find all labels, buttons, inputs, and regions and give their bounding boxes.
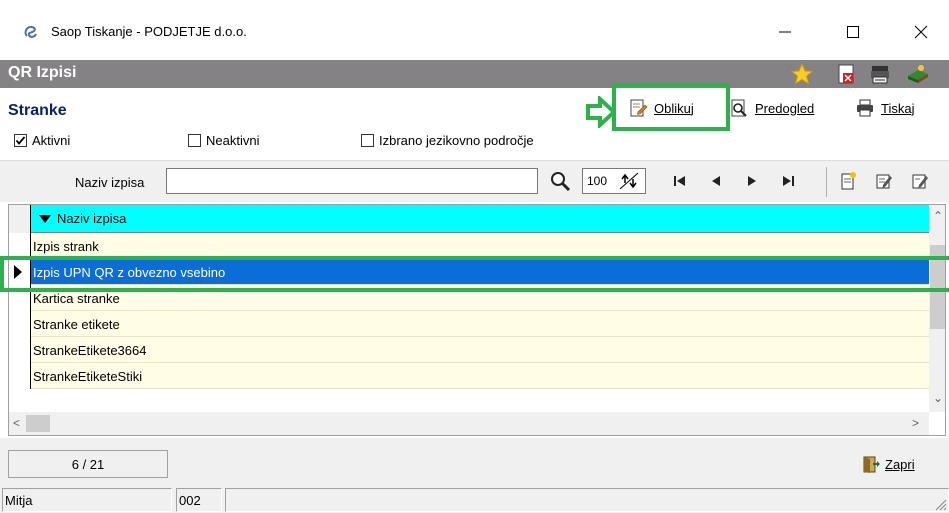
form-title: QR Izpisi xyxy=(8,64,77,81)
column-header-label: Naziv izpisa xyxy=(57,211,127,226)
grid-header: Naziv izpisa xyxy=(9,205,929,233)
izbrano-jezikovno-label: Izbrano jezikovno področje xyxy=(379,133,534,148)
preview-icon xyxy=(731,99,747,117)
status-bar: Mitja 002 xyxy=(0,486,949,513)
printer-icon xyxy=(857,99,873,117)
sort-descending-icon xyxy=(39,214,51,223)
next-record-icon[interactable] xyxy=(742,171,762,191)
form-header: QR Izpisi xyxy=(0,60,949,88)
minimize-button[interactable] xyxy=(762,14,808,50)
star-icon[interactable] xyxy=(790,62,814,86)
table-cell[interactable]: StrankeEtikete3664 xyxy=(31,337,929,363)
previous-record-icon[interactable] xyxy=(706,171,726,191)
scroll-down-icon[interactable]: ⌄ xyxy=(933,391,943,405)
first-record-icon[interactable] xyxy=(670,171,690,191)
search-label: Naziv izpisa xyxy=(75,175,145,190)
new-document-icon[interactable] xyxy=(838,171,858,191)
column-header-naziv-izpisa[interactable]: Naziv izpisa xyxy=(31,205,929,233)
oblikuj-highlight-box xyxy=(612,83,730,131)
edit-note-icon[interactable] xyxy=(910,171,930,191)
predogled-button[interactable]: Predogled xyxy=(729,95,814,121)
close-button[interactable] xyxy=(898,14,944,50)
maximize-button[interactable] xyxy=(830,14,876,50)
checkbox-box[interactable] xyxy=(14,134,27,147)
close-icon xyxy=(914,25,928,39)
neaktivni-label: Neaktivni xyxy=(206,133,260,148)
selected-row-highlight-box xyxy=(0,256,949,292)
table-cell[interactable]: StrankeEtiketeStiki xyxy=(31,363,929,389)
scroll-right-icon[interactable]: > xyxy=(912,416,919,430)
neaktivni-checkbox[interactable]: Neaktivni xyxy=(188,133,259,148)
status-code: 002 xyxy=(176,488,222,512)
checkbox-box[interactable] xyxy=(188,134,201,147)
tiskaj-label: Tiskaj xyxy=(881,100,915,116)
table-row[interactable]: StrankeEtiketeStiki xyxy=(9,363,929,389)
table-row[interactable]: Stranke etikete xyxy=(9,311,929,337)
arrow-right-icon xyxy=(586,96,616,128)
table-cell[interactable]: Stranke etikete xyxy=(31,311,929,337)
predogled-label: Predogled xyxy=(755,100,815,116)
last-record-icon[interactable] xyxy=(778,171,798,191)
search-icon[interactable] xyxy=(548,169,572,193)
resize-grip-icon[interactable] xyxy=(933,497,947,511)
tiskaj-button[interactable]: Tiskaj xyxy=(855,95,914,121)
section-title: Stranke xyxy=(8,102,67,119)
maximize-icon xyxy=(847,26,859,38)
toolbar-separator xyxy=(826,167,827,197)
row-indicator[interactable] xyxy=(9,311,31,337)
edit-record-icon[interactable] xyxy=(874,171,894,191)
status-user: Mitja xyxy=(2,488,172,512)
exit-door-icon xyxy=(863,456,880,473)
scroll-up-icon[interactable]: ⌃ xyxy=(933,209,943,223)
rows-count-stepper[interactable]: 100 xyxy=(582,168,646,194)
data-grid[interactable]: Naziv izpisa Izpis strank Izpis UPN QR z… xyxy=(8,204,946,436)
printer-stack-icon[interactable] xyxy=(868,62,892,86)
minimize-icon xyxy=(779,31,791,33)
rows-count-value: 100 xyxy=(587,174,608,188)
checkmark-icon xyxy=(15,136,26,145)
scroll-left-icon[interactable]: < xyxy=(13,416,20,430)
toolbar-area: Stranke Aktivni Neaktivni Izbrano jeziko… xyxy=(0,88,949,160)
row-indicator-header xyxy=(9,205,31,233)
window-titlebar: Saop Tiskanje - PODJETJE d.o.o. xyxy=(0,0,949,60)
horizontal-scroll-thumb[interactable] xyxy=(26,415,50,432)
search-input[interactable] xyxy=(166,168,538,194)
zapri-label: Zapri xyxy=(885,456,915,472)
zapri-button[interactable]: Zapri xyxy=(861,454,915,474)
record-counter: 6 / 21 xyxy=(8,450,168,478)
aktivni-checkbox[interactable]: Aktivni xyxy=(14,133,70,148)
search-bar: Naziv izpisa 100 xyxy=(0,160,949,202)
izbrano-jezikovno-checkbox[interactable]: Izbrano jezikovno področje xyxy=(361,133,534,148)
spin-arrows-icon[interactable] xyxy=(617,171,641,191)
table-row[interactable]: StrankeEtikete3664 xyxy=(9,337,929,363)
aktivni-label: Aktivni xyxy=(32,133,71,148)
checkbox-box[interactable] xyxy=(361,134,374,147)
vertical-scrollbar[interactable]: ⌃ ⌄ xyxy=(929,205,945,412)
horizontal-scrollbar[interactable]: < > xyxy=(9,412,929,435)
status-panel xyxy=(225,488,949,512)
window-title: Saop Tiskanje - PODJETJE d.o.o. xyxy=(51,24,247,39)
books-icon[interactable] xyxy=(906,62,930,86)
row-indicator[interactable] xyxy=(9,363,31,389)
row-indicator[interactable] xyxy=(9,337,31,363)
saop-logo-icon xyxy=(24,25,37,38)
delete-document-icon[interactable] xyxy=(834,62,858,86)
